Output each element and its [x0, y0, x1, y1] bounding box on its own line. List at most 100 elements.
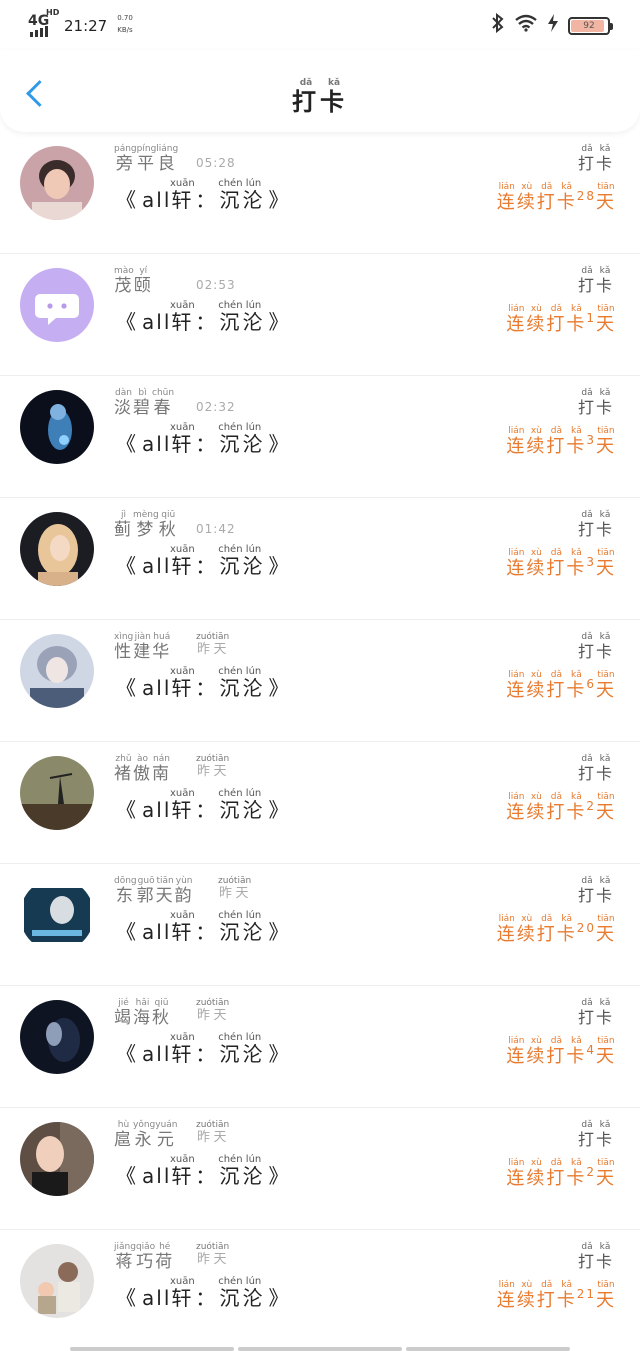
song-separator: ： [195, 1164, 218, 1188]
song-prefix: all [142, 432, 172, 456]
bracket-open: 《 [116, 676, 138, 700]
checkin-list: 旁páng平píng良liáng 05:28 《 all轩xuān：沉chén沦lún… [0, 132, 640, 1351]
avatar[interactable] [20, 146, 94, 220]
checkin-button[interactable]: 打dǎ卡kǎ [578, 1120, 614, 1150]
name-char: 扈hù [114, 1120, 133, 1150]
song-prefix: all [142, 310, 172, 334]
song-title: 《 all轩xuān：沉chén沦lún》 [116, 1154, 291, 1188]
checkin-button[interactable]: 打dǎ卡kǎ [578, 998, 614, 1028]
bracket-close: 》 [268, 920, 291, 944]
name-char: 梦mèng [133, 510, 159, 540]
bracket-open: 《 [116, 1042, 138, 1066]
user-name: 东dōng郭guō天tiān韵yùn [114, 876, 194, 906]
checkin-button[interactable]: 打dǎ卡kǎ [578, 266, 614, 296]
name-char: 淡dàn [114, 388, 133, 418]
avatar[interactable] [20, 268, 94, 342]
bracket-close: 》 [268, 310, 291, 334]
streak-count: 连lián续xù打dǎ卡kǎ2天tiān [506, 1158, 616, 1189]
streak-count: 连lián续xù打dǎ卡kǎ4天tiān [506, 1036, 616, 1067]
song-prefix: all [142, 188, 172, 212]
song-separator: ： [195, 554, 218, 578]
avatar[interactable] [20, 1122, 94, 1196]
name-char: 傲ào [133, 754, 152, 784]
bracket-open: 《 [116, 554, 138, 578]
streak-days: 4 [586, 1043, 596, 1057]
song-prefix: all [142, 554, 172, 578]
battery-icon: 92 [568, 16, 613, 35]
list-item[interactable]: 茂mào颐yí 02:53 《 all轩xuān：沉chén沦lún》 打dǎ卡kǎ 连l… [0, 254, 640, 376]
name-char: 荷hé [155, 1242, 175, 1272]
song-separator: ： [195, 1042, 218, 1066]
list-item[interactable]: 淡dàn碧bì春chūn 02:32 《 all轩xuān：沉chén沦lún》 打dǎ… [0, 376, 640, 498]
checkin-time: 02:32 [196, 400, 236, 414]
name-char: 东dōng [114, 876, 137, 906]
bracket-close: 》 [268, 676, 291, 700]
user-name: 褚zhǔ傲ào南nán [114, 754, 171, 784]
checkin-button[interactable]: 打dǎ卡kǎ [578, 510, 614, 540]
speed-unit: KB/s [117, 26, 133, 34]
checkin-button[interactable]: 打dǎ卡kǎ [578, 1242, 614, 1272]
streak-count: 连lián续xù打dǎ卡kǎ3天tiān [506, 548, 616, 579]
list-item[interactable]: 性xìng建jiàn华huá 昨zuó天tiān 《 all轩xuān：沉chén沦l… [0, 620, 640, 742]
list-item[interactable]: 东dōng郭guō天tiān韵yùn 昨zuó天tiān 《 all轩xuān：沉ch… [0, 864, 640, 986]
bluetooth-icon [491, 12, 505, 38]
streak-days: 3 [586, 555, 596, 569]
status-right: 92 [491, 12, 613, 38]
user-name: 蓟jì梦mèng秋qiū [114, 510, 178, 540]
song-separator: ： [195, 920, 218, 944]
title-char: 卡kǎ [320, 78, 348, 116]
bracket-close: 》 [268, 432, 291, 456]
bracket-open: 《 [116, 1164, 138, 1188]
avatar[interactable] [20, 1244, 94, 1318]
list-item[interactable]: 褚zhǔ傲ào南nán 昨zuó天tiān 《 all轩xuān：沉chén沦lún》… [0, 742, 640, 864]
charging-icon [547, 13, 559, 38]
name-char: 茂mào [114, 266, 134, 296]
song-separator: ： [195, 310, 218, 334]
song-title: 《 all轩xuān：沉chén沦lún》 [116, 910, 291, 944]
song-separator: ： [195, 188, 218, 212]
streak-count: 连lián续xù打dǎ卡kǎ1天tiān [506, 304, 616, 335]
checkin-button[interactable]: 打dǎ卡kǎ [578, 876, 614, 906]
checkin-button[interactable]: 打dǎ卡kǎ [578, 632, 614, 662]
checkin-yesterday: 昨zuó天tiān [218, 876, 252, 901]
list-item[interactable]: 蓟jì梦mèng秋qiū 01:42 《 all轩xuān：沉chén沦lún》 打dǎ… [0, 498, 640, 620]
checkin-yesterday: 昨zuó天tiān [196, 998, 230, 1023]
song-prefix: all [142, 798, 172, 822]
streak-count: 连lián续xù打dǎ卡kǎ3天tiān [506, 426, 616, 457]
list-item[interactable]: 竭jié海hǎi秋qiū 昨zuó天tiān 《 all轩xuān：沉chén沦lún… [0, 986, 640, 1108]
bracket-open: 《 [116, 920, 138, 944]
avatar[interactable] [20, 878, 94, 952]
checkin-time: 05:28 [196, 156, 236, 170]
avatar[interactable] [20, 634, 94, 708]
name-char: 良liáng [156, 144, 179, 174]
clock: 21:27 [64, 17, 108, 35]
network-sup: HD [46, 8, 60, 17]
avatar[interactable] [20, 756, 94, 830]
name-char: 建jiàn [133, 632, 153, 662]
list-item[interactable]: 旁páng平píng良liáng 05:28 《 all轩xuān：沉chén沦lún… [0, 132, 640, 254]
checkin-yesterday: 昨zuó天tiān [196, 632, 230, 657]
name-char: 蓟jì [114, 510, 133, 540]
user-name: 淡dàn碧bì春chūn [114, 388, 174, 418]
checkin-yesterday: 昨zuó天tiān [196, 1120, 230, 1145]
list-item[interactable]: 扈hù永yǒng元yuán 昨zuó天tiān 《 all轩xuān：沉chén沦lú… [0, 1108, 640, 1230]
avatar[interactable] [20, 390, 94, 464]
avatar[interactable] [20, 512, 94, 586]
checkin-button[interactable]: 打dǎ卡kǎ [578, 144, 614, 174]
checkin-button[interactable]: 打dǎ卡kǎ [578, 754, 614, 784]
streak-count: 连lián续xù打dǎ卡kǎ6天tiān [506, 670, 616, 701]
checkin-time: 02:53 [196, 278, 236, 292]
streak-days: 6 [586, 677, 596, 691]
streak-count: 连lián续xù打dǎ卡kǎ2天tiān [506, 792, 616, 823]
bracket-close: 》 [268, 188, 291, 212]
list-item[interactable]: 蒋jiǎng巧qiǎo荷hé 昨zuó天tiān 《 all轩xuān：沉chén沦l… [0, 1230, 640, 1351]
user-name: 茂mào颐yí [114, 266, 153, 296]
avatar[interactable] [20, 1000, 94, 1074]
checkin-button[interactable]: 打dǎ卡kǎ [578, 388, 614, 418]
checkin-yesterday: 昨zuó天tiān [196, 754, 230, 779]
page-title: 打dǎ卡kǎ [0, 78, 640, 117]
song-prefix: all [142, 920, 172, 944]
name-char: 碧bì [133, 388, 152, 418]
bracket-open: 《 [116, 432, 138, 456]
song-prefix: all [142, 676, 172, 700]
